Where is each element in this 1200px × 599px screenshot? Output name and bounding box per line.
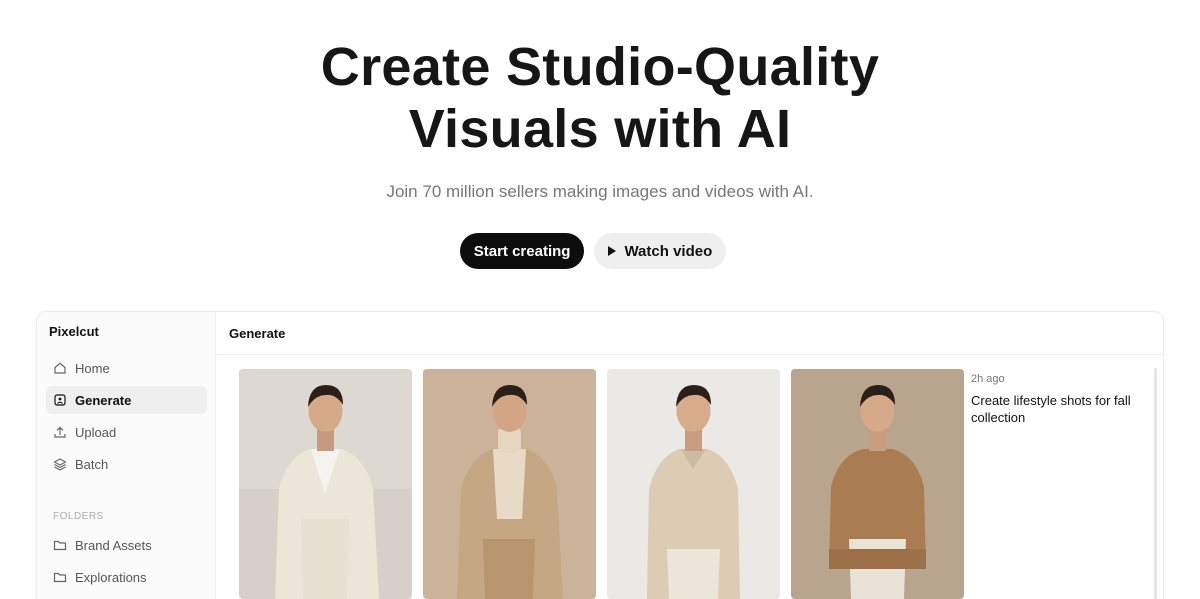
watch-video-button[interactable]: Watch video xyxy=(594,233,727,269)
sidebar-item-home[interactable]: Home xyxy=(46,354,207,382)
generation-time: 2h ago xyxy=(971,373,1005,385)
upload-icon xyxy=(54,426,66,438)
sidebar-item-label: Batch xyxy=(75,456,109,472)
image-gallery xyxy=(239,369,964,599)
hero-title-line-2: Visuals with AI xyxy=(408,99,792,159)
layers-icon xyxy=(53,458,67,471)
main-header-title: Generate xyxy=(217,312,1163,355)
folder-item-label: Brand Assets xyxy=(75,537,152,553)
sidebar-item-label: Upload xyxy=(75,424,117,440)
generated-image-2[interactable] xyxy=(423,369,596,599)
brand-name: Pixelcut xyxy=(49,324,99,339)
image-icon xyxy=(54,394,66,406)
sidebar-item-label: Generate xyxy=(75,392,132,408)
sidebar: Pixelcut Home Generate Upload Batch FOLD… xyxy=(37,312,216,599)
generation-meta: 2h ago Create lifestyle shots for fall c… xyxy=(971,373,1151,426)
folder-item-label: Explorations xyxy=(75,569,147,585)
generated-image-4[interactable] xyxy=(791,369,964,599)
sidebar-item-batch[interactable]: Batch xyxy=(46,450,207,478)
gallery-scrollbar[interactable] xyxy=(1154,368,1157,599)
sidebar-item-label: Home xyxy=(75,360,110,376)
watch-video-label: Watch video xyxy=(624,242,713,260)
generation-prompt: Create lifestyle shots for fall collecti… xyxy=(971,393,1131,425)
folder-item-brand-assets[interactable]: Brand Assets xyxy=(46,531,207,559)
hero-subtitle: Join 70 million sellers making images an… xyxy=(386,182,814,201)
play-icon xyxy=(608,246,617,256)
generated-image-3[interactable] xyxy=(607,369,780,599)
home-icon xyxy=(54,362,66,374)
folder-item-explorations[interactable]: Explorations xyxy=(46,563,207,591)
sidebar-item-upload[interactable]: Upload xyxy=(46,418,207,446)
start-creating-button[interactable]: Start creating xyxy=(459,233,585,269)
folder-icon xyxy=(53,572,67,583)
cta-row: Start creating Watch video xyxy=(0,233,1200,269)
generated-image-1[interactable] xyxy=(239,369,412,599)
app-preview: Pixelcut Home Generate Upload Batch FOLD… xyxy=(36,311,1164,599)
folders-section-label: FOLDERS xyxy=(53,511,104,522)
folder-icon xyxy=(53,540,67,551)
sidebar-item-generate[interactable]: Generate xyxy=(46,386,207,414)
hero-title-line-1: Create Studio-Quality xyxy=(320,37,880,97)
hero-title: Create Studio-Quality Visuals with AI xyxy=(0,36,1200,160)
